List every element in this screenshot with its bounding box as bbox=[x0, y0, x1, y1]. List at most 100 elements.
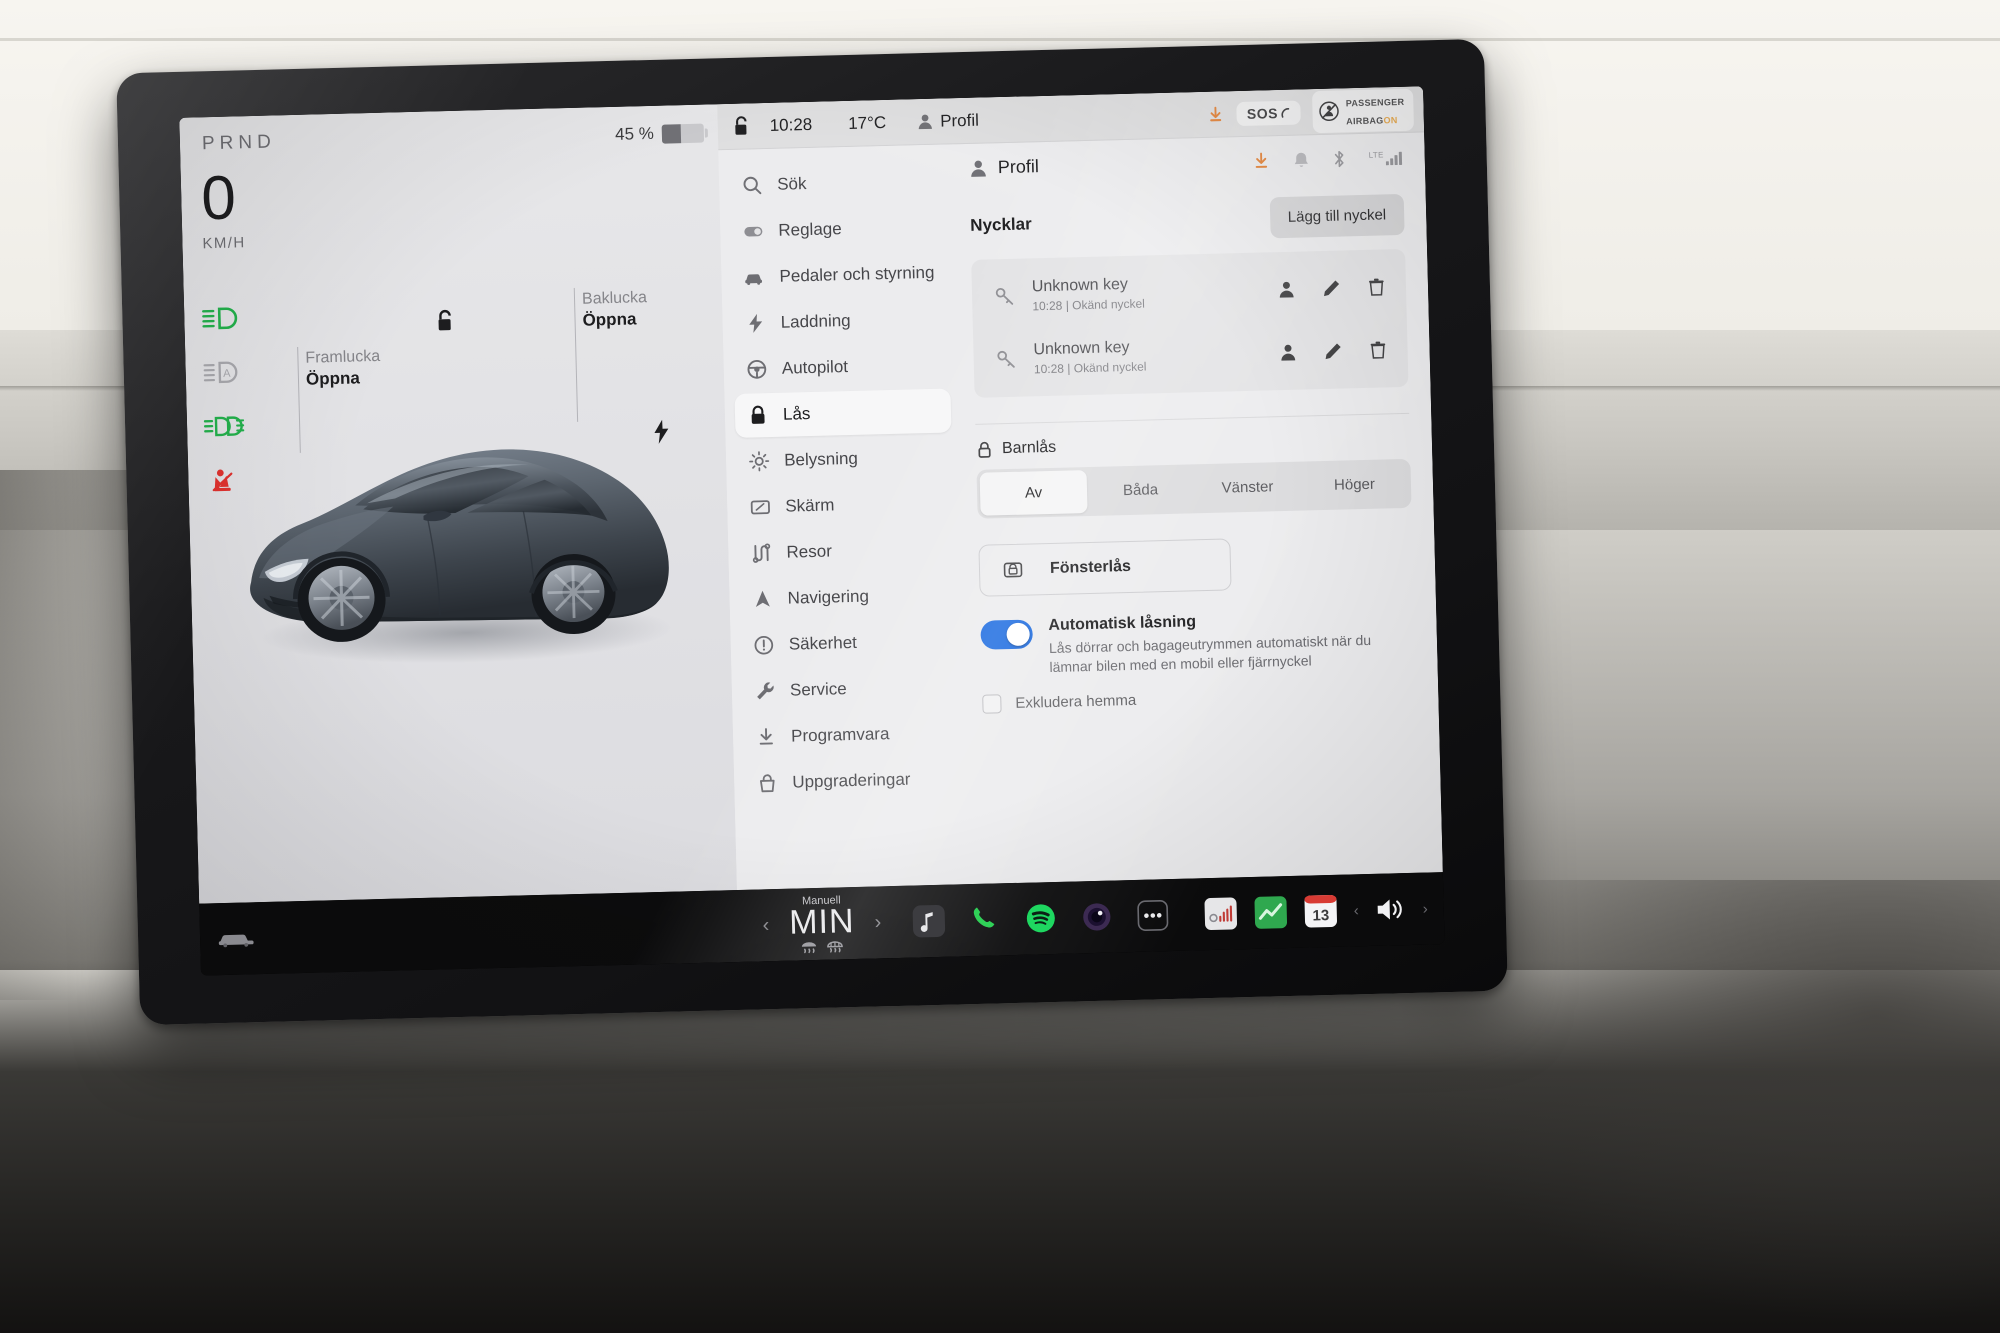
battery-terminal bbox=[704, 128, 708, 138]
sidebar-item-skarm[interactable]: Skärm bbox=[737, 480, 954, 529]
airbag-line-2: AIRBAG bbox=[1346, 114, 1384, 126]
screen-content: PRND 0 KM/H 45 % A Framlucka Öppna Baklu… bbox=[179, 86, 1443, 904]
sos-button[interactable]: SOS bbox=[1236, 99, 1302, 126]
status-bar-right-group: SOS PASSENGER AIRBAGON bbox=[1206, 88, 1415, 135]
sidebar-item-programvara[interactable]: Programvara bbox=[743, 710, 960, 759]
key-icon bbox=[995, 287, 1014, 305]
camera-icon[interactable] bbox=[1079, 899, 1114, 934]
volume-previous-chevron[interactable]: ‹ bbox=[1354, 902, 1359, 919]
gear-indicator: PRND bbox=[201, 131, 277, 155]
lte-signal-icon[interactable]: LTE bbox=[1369, 150, 1403, 166]
child-lock-option-av[interactable]: Av bbox=[979, 470, 1088, 516]
bell-icon[interactable] bbox=[1293, 150, 1310, 169]
car-icon[interactable] bbox=[216, 927, 257, 950]
window-lock-button[interactable]: Fönsterlås bbox=[978, 538, 1232, 597]
profile-button[interactable]: Profil bbox=[916, 110, 979, 132]
child-lock-segmented-control: Av Båda Vänster Höger bbox=[976, 458, 1412, 519]
sidebar-item-las[interactable]: Lås bbox=[734, 388, 952, 438]
key-row[interactable]: Unknown key 10:28 | Okänd nyckel bbox=[971, 255, 1406, 329]
front-defroster-icon[interactable] bbox=[801, 940, 818, 953]
bolt-icon bbox=[749, 313, 763, 333]
exclude-home-setting[interactable]: Exkludera hemma bbox=[982, 684, 1416, 714]
sidebar-item-uppgraderingar[interactable]: Uppgraderingar bbox=[744, 756, 961, 805]
sidebar-label: Belysning bbox=[783, 448, 859, 470]
sidebar-label: Programvara bbox=[790, 724, 890, 746]
key-actions bbox=[1278, 340, 1387, 362]
child-lock-title: Barnlås bbox=[1001, 438, 1057, 458]
status-bar-spacer bbox=[979, 114, 1207, 120]
trunk-callout[interactable]: Baklucka Öppna bbox=[582, 288, 648, 331]
frunk-label: Framlucka bbox=[305, 347, 381, 367]
volume-next-chevron[interactable]: › bbox=[1423, 900, 1428, 917]
touchscreen-display: PRND 0 KM/H 45 % A Framlucka Öppna Baklu… bbox=[116, 38, 1508, 1026]
add-key-button[interactable]: Lägg till nyckel bbox=[1269, 193, 1405, 239]
airbag-off-symbol-icon bbox=[1319, 101, 1340, 122]
sidebar-label: Säkerhet bbox=[788, 632, 858, 654]
sidebar-item-sok[interactable]: Sök bbox=[729, 159, 946, 208]
calendar-icon[interactable]: 13 bbox=[1303, 894, 1338, 929]
trunk-label: Baklucka bbox=[581, 289, 648, 308]
sidebar-label: Service bbox=[789, 679, 847, 700]
sidebar-item-pedaler-och-styrning[interactable]: Pedaler och styrning bbox=[731, 250, 948, 299]
alert-circle-icon bbox=[754, 635, 774, 655]
sidebar-item-service[interactable]: Service bbox=[741, 664, 958, 713]
sidebar-item-navigering[interactable]: Navigering bbox=[739, 572, 956, 621]
passenger-airbag-indicator[interactable]: PASSENGER AIRBAGON bbox=[1312, 88, 1415, 133]
toggle-knob bbox=[1006, 622, 1030, 647]
download-icon[interactable] bbox=[1252, 151, 1271, 170]
sidebar-item-sakerhet[interactable]: Säkerhet bbox=[740, 618, 957, 667]
music-icon[interactable] bbox=[911, 904, 946, 939]
sidebar-item-autopilot[interactable]: Autopilot bbox=[733, 342, 950, 391]
unlocked-padlock-icon[interactable] bbox=[731, 115, 752, 137]
key-icon bbox=[997, 350, 1015, 368]
phone-icon[interactable] bbox=[967, 902, 1002, 937]
settings-sidebar: Sök Reglage Pedaler och styrning Laddnin… bbox=[718, 144, 973, 891]
clock[interactable]: 10:28 bbox=[769, 114, 812, 135]
temp-increase-button[interactable]: › bbox=[874, 911, 881, 933]
child-lock-option-hoger[interactable]: Höger bbox=[1300, 462, 1408, 508]
dock-tray: 13 ‹ › bbox=[1203, 892, 1428, 932]
equalizer-icon[interactable] bbox=[1203, 896, 1238, 931]
exclude-home-checkbox[interactable] bbox=[982, 694, 1002, 714]
auto-lock-toggle[interactable] bbox=[980, 619, 1034, 650]
delete-icon[interactable] bbox=[1367, 277, 1386, 296]
calendar-day: 13 bbox=[1312, 907, 1329, 924]
child-lock-option-bada[interactable]: Båda bbox=[1087, 467, 1195, 513]
auto-headlight-icon: A bbox=[203, 361, 238, 384]
speedometer: 0 KM/H bbox=[201, 163, 246, 252]
bluetooth-icon[interactable] bbox=[1332, 149, 1347, 168]
keys-title: Nycklar bbox=[970, 213, 1032, 235]
edit-icon[interactable] bbox=[1323, 342, 1342, 361]
download-icon[interactable] bbox=[1207, 105, 1225, 123]
steering-wheel-icon bbox=[747, 359, 767, 379]
temperature-display[interactable]: Manuell MIN bbox=[789, 894, 856, 955]
sidebar-item-resor[interactable]: Resor bbox=[738, 526, 955, 575]
sidebar-item-belysning[interactable]: Belysning bbox=[736, 434, 953, 483]
sidebar-item-laddning[interactable]: Laddning bbox=[732, 296, 949, 345]
photograph-of-tesla-touchscreen: PRND 0 KM/H 45 % A Framlucka Öppna Baklu… bbox=[0, 0, 2000, 1333]
battery-percent-label: 45 % bbox=[614, 123, 655, 144]
child-lock-option-vanster[interactable]: Vänster bbox=[1193, 465, 1301, 511]
edit-icon[interactable] bbox=[1322, 279, 1341, 298]
sos-arc-icon bbox=[1281, 107, 1290, 118]
key-name: Unknown key bbox=[1033, 338, 1130, 359]
settings-overlay: 10:28 17°C Profil SOS PASSENGER AIRBAGON… bbox=[717, 86, 1443, 891]
rear-defroster-icon[interactable] bbox=[827, 940, 844, 953]
window-lock-icon bbox=[1003, 562, 1023, 578]
volume-icon[interactable] bbox=[1374, 896, 1407, 923]
sidebar-item-reglage[interactable]: Reglage bbox=[730, 205, 947, 254]
svg-text:A: A bbox=[223, 368, 231, 380]
assign-driver-icon[interactable] bbox=[1278, 343, 1297, 362]
spotify-icon[interactable] bbox=[1023, 901, 1058, 936]
airbag-state: ON bbox=[1383, 114, 1398, 125]
stocks-icon[interactable] bbox=[1253, 895, 1288, 930]
signal-bars-icon bbox=[1385, 151, 1403, 166]
outside-temperature[interactable]: 17°C bbox=[848, 112, 886, 133]
assign-driver-icon[interactable] bbox=[1277, 280, 1296, 299]
wall-seam bbox=[0, 38, 2000, 41]
temp-decrease-button[interactable]: ‹ bbox=[762, 914, 769, 936]
more-apps-icon[interactable] bbox=[1135, 898, 1170, 933]
key-row[interactable]: Unknown key 10:28 | Okänd nyckel bbox=[973, 318, 1408, 392]
sidebar-label: Resor bbox=[786, 541, 833, 562]
delete-icon[interactable] bbox=[1368, 340, 1387, 359]
